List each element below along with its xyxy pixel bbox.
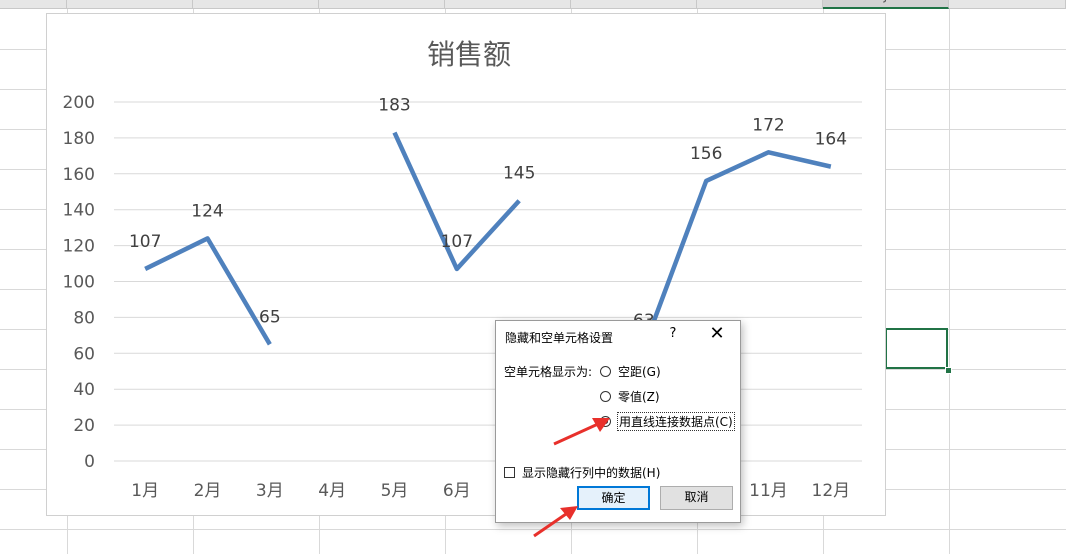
x-tick-label: 1月 [131, 481, 159, 501]
y-tick-label: 100 [63, 273, 95, 293]
y-tick-label: 160 [63, 165, 95, 185]
column-header-j[interactable]: J [823, 0, 949, 9]
column-header-k[interactable]: K [949, 0, 1066, 9]
column-header-e[interactable]: E [193, 0, 319, 9]
radio-icon[interactable] [600, 365, 611, 377]
column-header-c[interactable]: C [0, 0, 67, 9]
x-tick-label: 2月 [194, 481, 222, 501]
column-header-f[interactable]: F [319, 0, 445, 9]
column-header-label: C [29, 0, 37, 3]
annotation-arrow-icon [553, 418, 610, 446]
cancel-button[interactable]: 取消 [660, 486, 733, 510]
chart-title[interactable]: 销售额 [427, 38, 511, 71]
radio-icon[interactable] [600, 390, 611, 402]
y-tick-label: 180 [63, 129, 95, 149]
close-icon: ✕ [709, 323, 725, 344]
data-label: 107 [441, 232, 473, 252]
y-tick-label: 60 [73, 344, 95, 364]
x-tick-label: 3月 [256, 481, 284, 501]
x-tick-label: 11月 [749, 481, 788, 501]
data-label: 183 [378, 96, 410, 116]
y-tick-label: 140 [63, 201, 95, 221]
dialog-title: 隐藏和空单元格设置 [505, 331, 614, 345]
y-tick-label: 80 [73, 308, 95, 328]
hidden-empty-cells-dialog: 隐藏和空单元格设置 ? ✕ 空单元格显示为: 空距(G) 零值(Z) 用直线连接… [495, 320, 741, 523]
column-header-label: D [125, 0, 134, 3]
line-chart[interactable]: 销售额 0 20 40 60 80 100 120 140 160 180 200 1月 2月 3月 4月… [46, 13, 886, 516]
y-tick-label: 20 [73, 416, 95, 436]
grid-line [949, 9, 950, 554]
help-button[interactable]: ? [666, 326, 680, 344]
radio-gaps[interactable]: 空距(G) [600, 362, 661, 380]
ok-button[interactable]: 确定 [577, 486, 650, 510]
y-tick-label: 40 [73, 380, 95, 400]
column-header-label: G [503, 0, 512, 3]
radio-label: 用直线连接数据点(C) [617, 411, 735, 431]
y-tick-label: 200 [63, 93, 95, 113]
column-header-label: I [758, 0, 762, 3]
empty-cells-label: 空单元格显示为: [504, 365, 593, 379]
column-header-i[interactable]: I [697, 0, 823, 9]
x-tick-label: 5月 [381, 481, 409, 501]
show-hidden-data-checkbox[interactable]: 显示隐藏行列中的数据(H) [504, 464, 660, 481]
data-label: 164 [815, 130, 847, 150]
data-label: 172 [752, 115, 784, 135]
radio-zero[interactable]: 零值(Z) [600, 387, 660, 405]
data-label: 145 [503, 164, 535, 184]
checkbox-icon[interactable] [504, 467, 515, 478]
column-header-g[interactable]: G [445, 0, 571, 9]
y-tick-label: 120 [63, 237, 95, 257]
column-header-label: E [252, 0, 260, 3]
column-header-label: H [629, 0, 638, 3]
data-label: 156 [690, 144, 722, 164]
column-header-h[interactable]: H [571, 0, 697, 9]
selected-cell[interactable] [885, 328, 948, 369]
annotation-arrow-icon [533, 506, 578, 538]
fill-handle[interactable] [945, 367, 952, 374]
radio-label: 零值(Z) [618, 389, 660, 404]
checkbox-label: 显示隐藏行列中的数据(H) [522, 466, 661, 480]
chart-canvas: 销售额 0 20 40 60 80 100 120 140 160 180 200 1月 2月 3月 4月… [63, 38, 862, 501]
column-header-label: F [378, 0, 385, 3]
x-tick-label: 6月 [443, 481, 471, 501]
y-tick-label: 0 [84, 452, 95, 472]
close-button[interactable]: ✕ [707, 324, 727, 344]
x-tick-label: 4月 [318, 481, 346, 501]
x-tick-label: 12月 [812, 481, 851, 501]
series-line[interactable] [144, 236, 272, 346]
data-label: 124 [191, 201, 223, 221]
column-header-label: K [1003, 0, 1011, 3]
data-label: 107 [129, 232, 161, 252]
data-label: 65 [259, 307, 281, 327]
series-line[interactable] [641, 150, 832, 349]
radio-connect-line[interactable]: 用直线连接数据点(C) [600, 411, 735, 431]
radio-label: 空距(G) [618, 364, 661, 379]
column-header-label: J [884, 0, 888, 3]
column-header-d[interactable]: D [67, 0, 193, 9]
